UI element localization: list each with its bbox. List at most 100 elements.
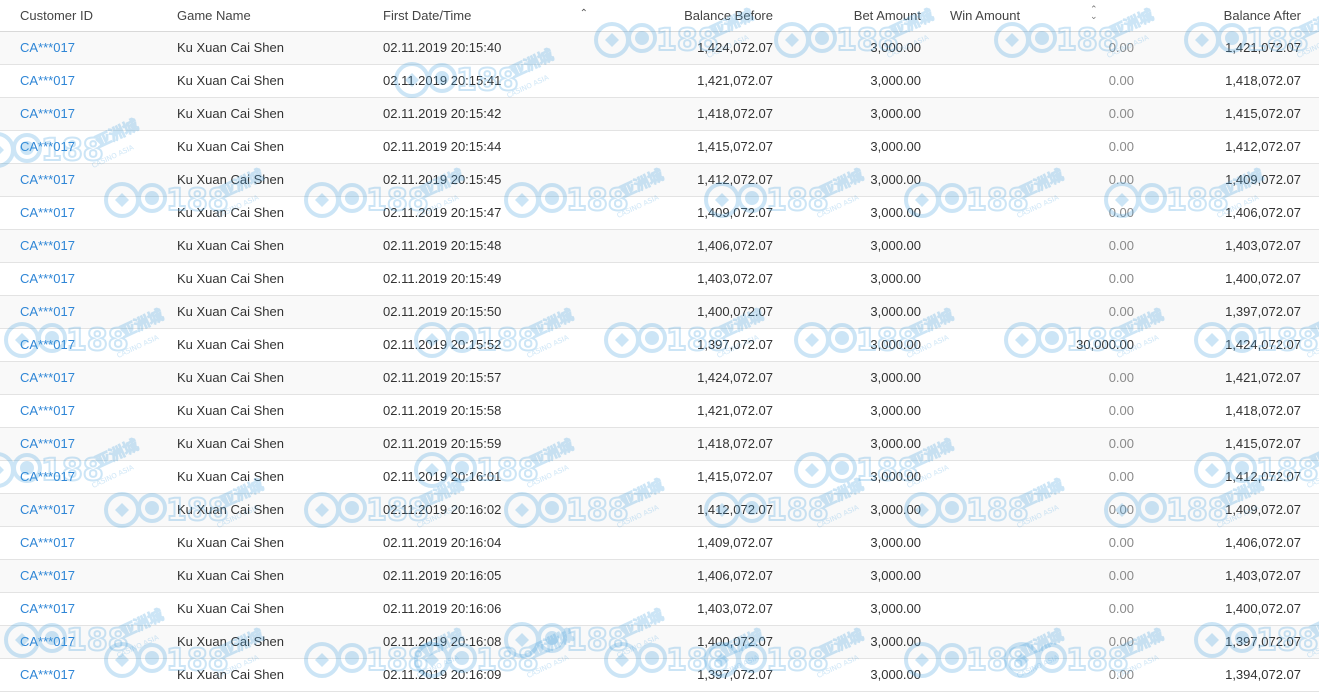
table-body: CA***017 Ku Xuan Cai Shen 02.11.2019 20:15… [0,31,1319,692]
balance-before-cell: 1,400,072.07 [600,625,773,659]
sort-both-icon[interactable]: ⌃ ⌄ [1090,5,1098,21]
balance-before-cell: 1,421,072.07 [600,394,773,428]
customer-id-cell: CA***017 [0,427,177,461]
table-row[interactable]: CA***017 Ku Xuan Cai Shen 02.11.2019 20:16… [0,559,1319,593]
table-row[interactable]: CA***017 Ku Xuan Cai Shen 02.11.2019 20:16… [0,658,1319,692]
table-row[interactable]: CA***017 Ku Xuan Cai Shen 02.11.2019 20:15… [0,31,1319,65]
balance-after-cell: 1,415,072.07 [1134,427,1319,461]
game-name-cell: Ku Xuan Cai Shen [177,31,383,65]
customer-id-link[interactable]: CA***017 [20,403,75,418]
bet-amount-cell: 3,000.00 [773,658,921,692]
customer-id-link[interactable]: CA***017 [20,73,75,88]
balance-before-cell: 1,406,072.07 [697,568,773,583]
customer-id-link[interactable]: CA***017 [20,667,75,682]
win-amount-cell: 0.00 [1108,667,1134,682]
first-date-time-cell: 02.11.2019 20:15:45 [383,163,600,197]
customer-id-link[interactable]: CA***017 [20,370,75,385]
first-date-time-cell: 02.11.2019 20:15:57 [383,370,502,385]
table-row[interactable]: CA***017 Ku Xuan Cai Shen 02.11.2019 20:16… [0,493,1319,527]
customer-id-link[interactable]: CA***017 [20,337,75,352]
customer-id-link[interactable]: CA***017 [20,304,75,319]
game-name-cell: Ku Xuan Cai Shen [177,238,284,253]
chevron-up-icon[interactable]: ⌃ [580,8,588,19]
column-header-first-date-time[interactable]: First Date/Time ⌃ [383,0,600,32]
bet-amount-cell: 3,000.00 [773,97,921,131]
customer-id-link[interactable]: CA***017 [20,436,75,451]
table-row[interactable]: CA***017 Ku Xuan Cai Shen 02.11.2019 20:15… [0,361,1319,395]
table-row[interactable]: CA***017 Ku Xuan Cai Shen 02.11.2019 20:15… [0,196,1319,230]
column-header-game-name[interactable]: Game Name [177,0,383,32]
table-row[interactable]: CA***017 Ku Xuan Cai Shen 02.11.2019 20:16… [0,592,1319,626]
bet-amount-cell: 3,000.00 [773,163,921,197]
table-row[interactable]: CA***017 Ku Xuan Cai Shen 02.11.2019 20:15… [0,427,1319,461]
customer-id-link[interactable]: CA***017 [20,205,75,220]
win-amount-cell: 0.00 [921,460,1134,494]
column-header-bet-amount[interactable]: Bet Amount [773,0,921,32]
table-row[interactable]: CA***017 Ku Xuan Cai Shen 02.11.2019 20:15… [0,163,1319,197]
column-header-win-amount[interactable]: Win Amount ⌃ ⌄ [921,0,1134,32]
table-row[interactable]: CA***017 Ku Xuan Cai Shen 02.11.2019 20:16… [0,460,1319,494]
customer-id-link[interactable]: CA***017 [20,535,75,550]
game-name-cell: Ku Xuan Cai Shen [177,73,284,88]
win-amount-cell: 0.00 [921,394,1134,428]
balance-before-cell: 1,424,072.07 [697,370,773,385]
balance-before-cell: 1,418,072.07 [600,97,773,131]
game-name-cell: Ku Xuan Cai Shen [177,427,383,461]
table-row[interactable]: CA***017 Ku Xuan Cai Shen 02.11.2019 20:15… [0,229,1319,263]
bet-amount-cell: 3,000.00 [870,436,921,451]
customer-id-link[interactable]: CA***017 [20,172,75,187]
column-header-balance-before[interactable]: Balance Before [600,0,773,32]
customer-id-link[interactable]: CA***017 [20,271,75,286]
first-date-time-cell: 02.11.2019 20:16:09 [383,667,502,682]
bet-amount-cell: 3,000.00 [773,361,921,395]
balance-before-cell: 1,424,072.07 [600,31,773,65]
customer-id-link[interactable]: CA***017 [20,469,75,484]
customer-id-link[interactable]: CA***017 [20,568,75,583]
table-row[interactable]: CA***017 Ku Xuan Cai Shen 02.11.2019 20:15… [0,394,1319,428]
column-header-balance-after[interactable]: Balance After [1134,0,1319,32]
customer-id-link[interactable]: CA***017 [20,238,75,253]
column-header-customer-id[interactable]: Customer ID [0,0,177,32]
balance-after-cell: 1,400,072.07 [1134,592,1319,626]
balance-before-cell: 1,406,072.07 [697,238,773,253]
game-name-cell: Ku Xuan Cai Shen [177,97,383,131]
table-row[interactable]: CA***017 Ku Xuan Cai Shen 02.11.2019 20:15… [0,262,1319,296]
balance-before-cell: 1,406,072.07 [600,559,773,593]
balance-before-cell: 1,400,072.07 [697,634,773,649]
win-amount-cell: 0.00 [1108,634,1134,649]
bet-amount-cell: 3,000.00 [773,328,921,362]
table-row[interactable]: CA***017 Ku Xuan Cai Shen 02.11.2019 20:15… [0,328,1319,362]
game-name-cell: Ku Xuan Cai Shen [177,40,284,55]
first-date-time-cell: 02.11.2019 20:15:48 [383,238,502,253]
win-amount-cell: 0.00 [1108,40,1134,55]
table-row[interactable]: CA***017 Ku Xuan Cai Shen 02.11.2019 20:15… [0,64,1319,98]
customer-id-link[interactable]: CA***017 [20,139,75,154]
first-date-time-cell: 02.11.2019 20:16:01 [383,460,600,494]
table-row[interactable]: CA***017 Ku Xuan Cai Shen 02.11.2019 20:16… [0,625,1319,659]
first-date-time-cell: 02.11.2019 20:15:47 [383,205,502,220]
game-name-cell: Ku Xuan Cai Shen [177,229,383,263]
bet-amount-cell: 3,000.00 [870,40,921,55]
first-date-time-cell: 02.11.2019 20:15:49 [383,271,502,286]
win-amount-cell: 0.00 [921,559,1134,593]
bet-amount-cell: 3,000.00 [773,526,921,560]
bet-amount-cell: 3,000.00 [870,139,921,154]
bet-amount-cell: 3,000.00 [773,592,921,626]
customer-id-link[interactable]: CA***017 [20,601,75,616]
customer-id-link[interactable]: CA***017 [20,502,75,517]
balance-before-cell: 1,418,072.07 [697,106,773,121]
table-row[interactable]: CA***017 Ku Xuan Cai Shen 02.11.2019 20:15… [0,97,1319,131]
game-name-cell: Ku Xuan Cai Shen [177,271,284,286]
table-row[interactable]: CA***017 Ku Xuan Cai Shen 02.11.2019 20:16… [0,526,1319,560]
customer-id-link[interactable]: CA***017 [20,40,75,55]
first-date-time-cell: 02.11.2019 20:16:09 [383,658,600,692]
customer-id-link[interactable]: CA***017 [20,106,75,121]
first-date-time-cell: 02.11.2019 20:15:52 [383,337,502,352]
balance-after-cell: 1,421,072.07 [1225,370,1301,385]
bet-amount-cell: 3,000.00 [870,601,921,616]
table-row[interactable]: CA***017 Ku Xuan Cai Shen 02.11.2019 20:15… [0,130,1319,164]
customer-id-link[interactable]: CA***017 [20,634,75,649]
balance-after-cell: 1,412,072.07 [1134,130,1319,164]
win-amount-cell: 0.00 [1108,502,1134,517]
table-row[interactable]: CA***017 Ku Xuan Cai Shen 02.11.2019 20:15… [0,295,1319,329]
